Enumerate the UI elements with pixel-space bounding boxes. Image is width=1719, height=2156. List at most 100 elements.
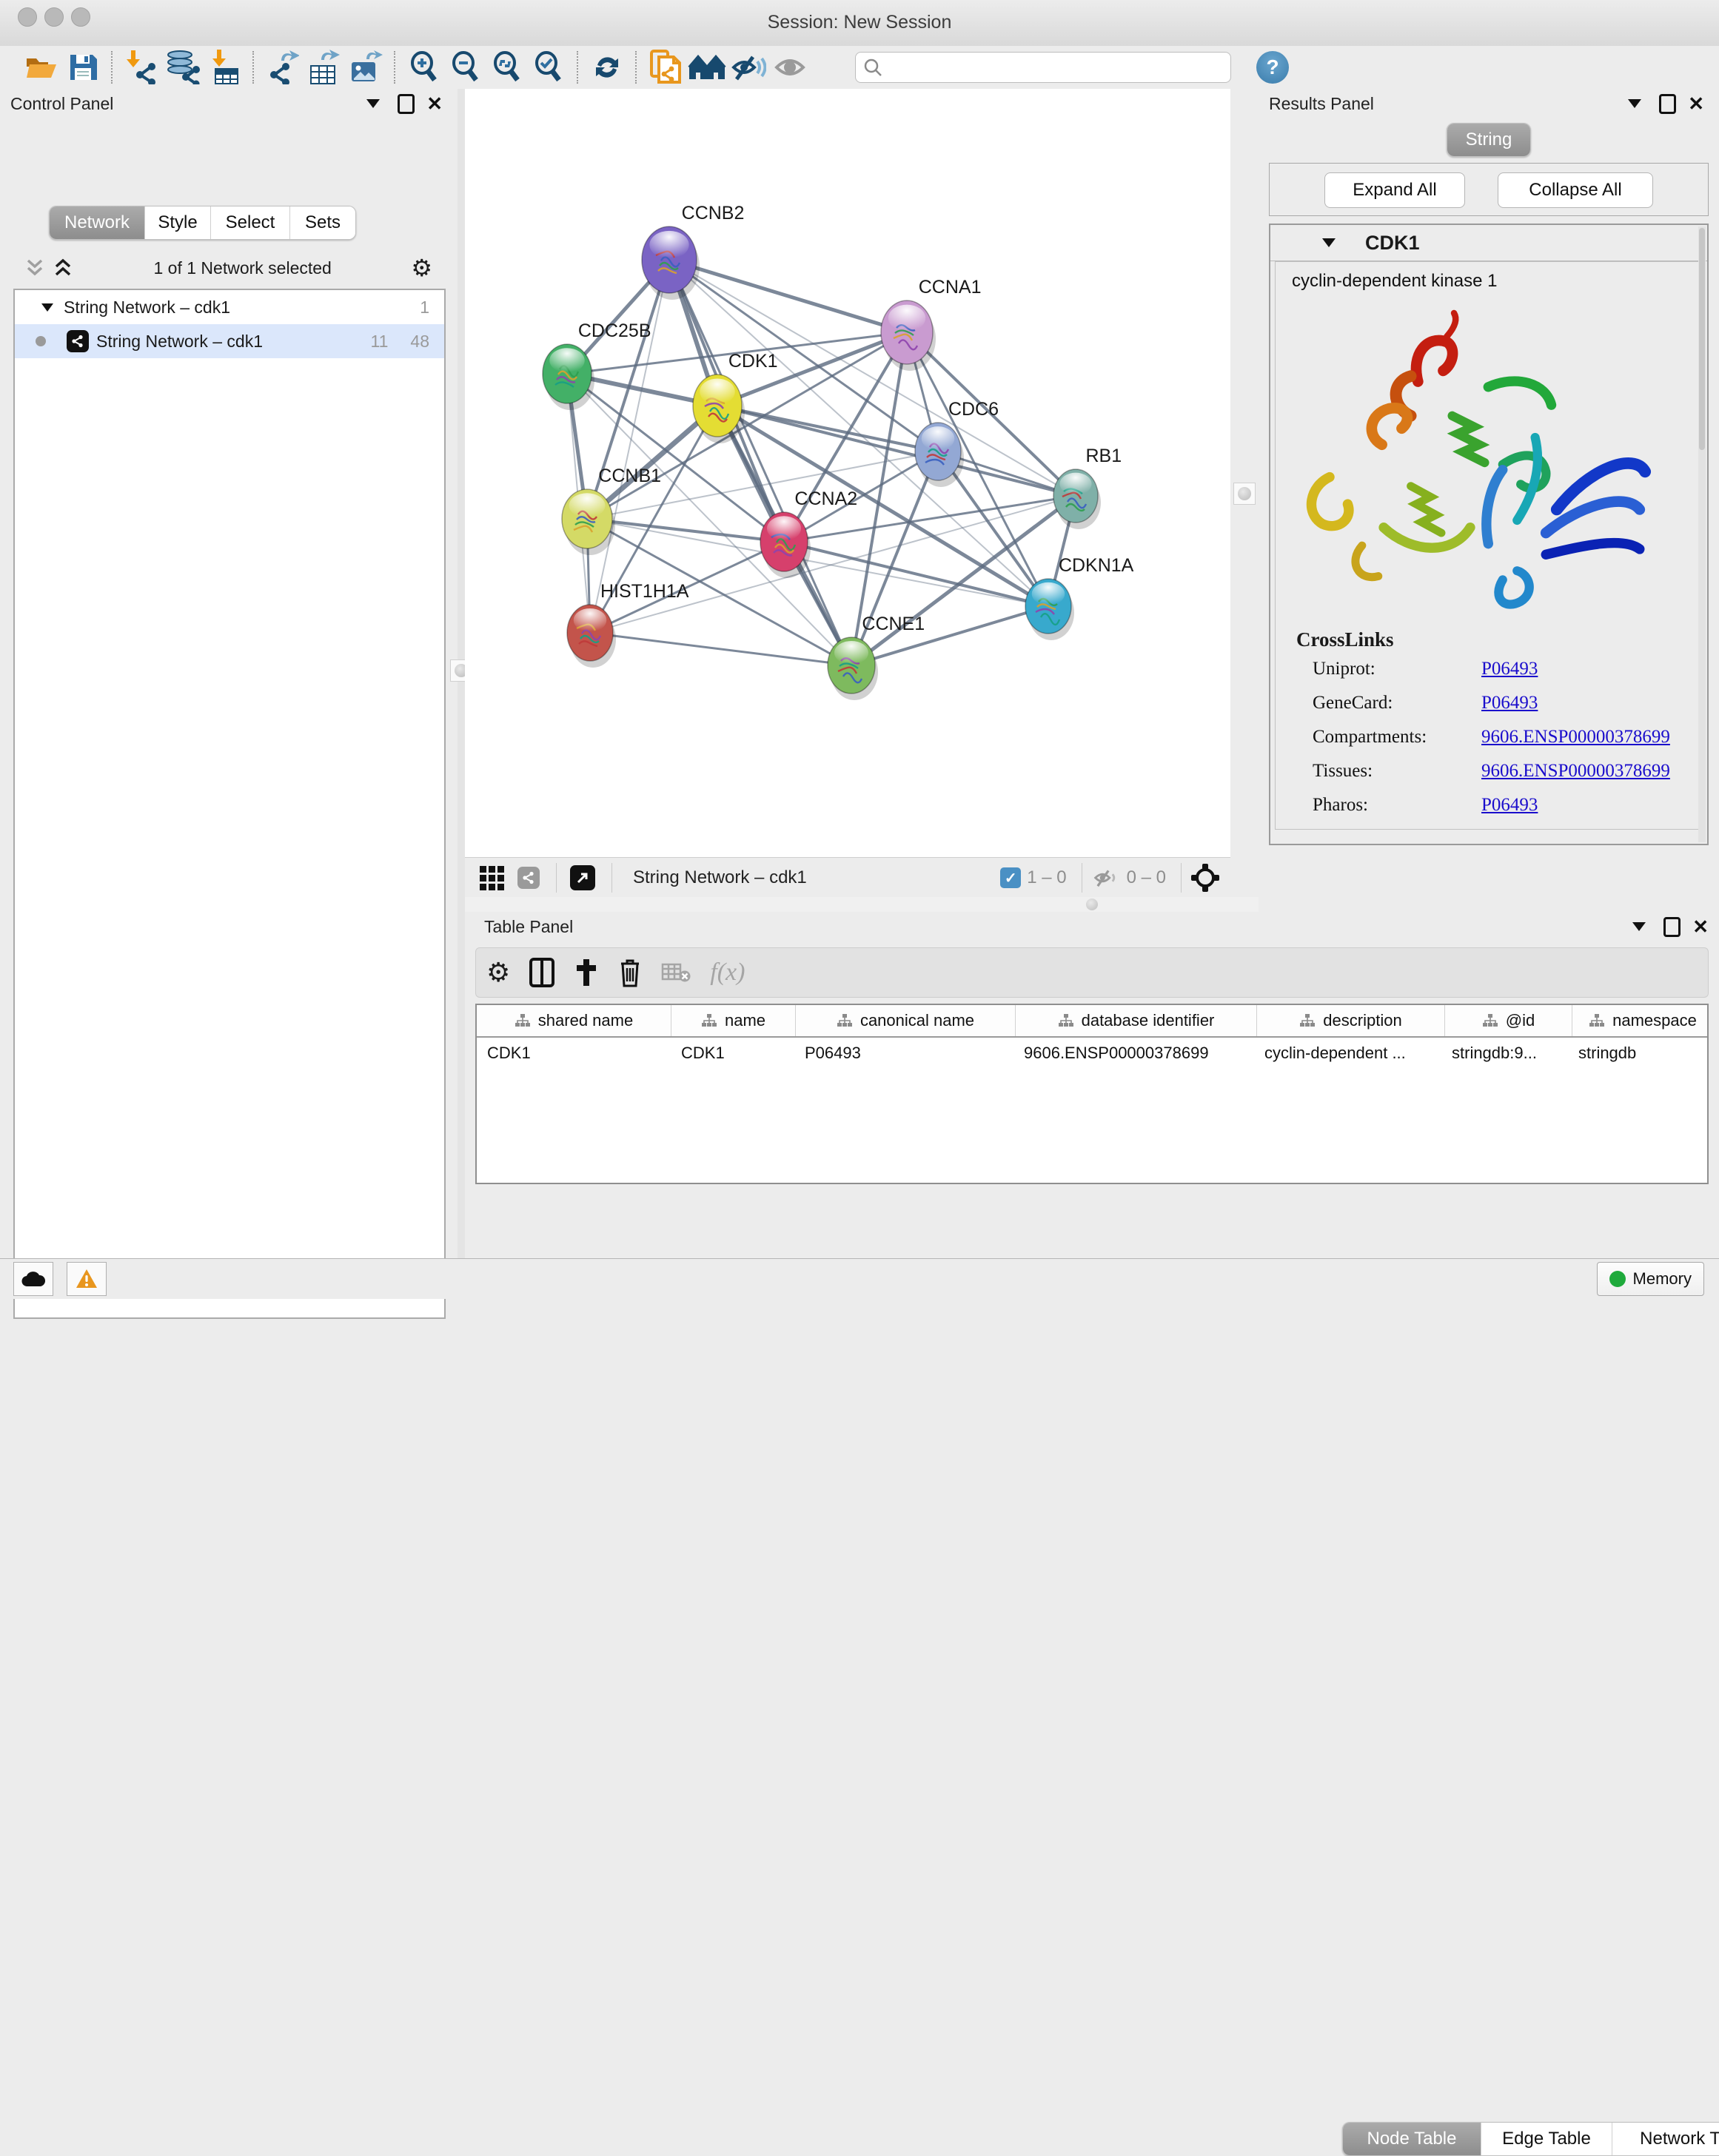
node-CCNA1[interactable]: CCNA1 xyxy=(881,277,982,371)
edge-CCNB2-CCNE1[interactable] xyxy=(669,260,851,665)
edge-CCNB1-CCNA2[interactable] xyxy=(587,519,784,542)
results-scrollbar[interactable] xyxy=(1698,226,1706,842)
entry-collapse-icon[interactable] xyxy=(1322,238,1336,247)
node-CDKN1A[interactable]: CDKN1A xyxy=(1025,555,1134,640)
copy-style-button[interactable] xyxy=(645,49,686,86)
column-header-namespace[interactable]: namespace xyxy=(1572,1005,1709,1036)
export-image-button[interactable] xyxy=(345,49,386,86)
export-network-button[interactable] xyxy=(262,49,304,86)
column-header-canonical-name[interactable]: canonical name xyxy=(796,1005,1016,1036)
zoom-out-button[interactable] xyxy=(445,49,486,86)
memory-button[interactable]: Memory xyxy=(1597,1262,1704,1296)
crosslink-link[interactable]: 9606.ENSP00000378699 xyxy=(1481,727,1670,748)
tab-style[interactable]: Style xyxy=(145,206,211,239)
network-canvas[interactable]: CCNB2CCNA1CDC25BCDK1CDC6RB1CCNB1CCNA2CDK… xyxy=(465,89,1230,857)
edge-CCNB2-RB1[interactable] xyxy=(669,260,1076,496)
zoom-fit-button[interactable] xyxy=(486,49,528,86)
open-session-button[interactable] xyxy=(21,49,62,86)
show-all-button[interactable] xyxy=(769,49,811,86)
tab-node-table[interactable]: Node Table xyxy=(1343,2123,1481,2155)
expand-all-button[interactable]: Expand All xyxy=(1324,172,1465,208)
import-database-button[interactable] xyxy=(162,49,204,86)
zoom-in-button[interactable] xyxy=(403,49,445,86)
crosslink-link[interactable]: 9606.ENSP00000378699 xyxy=(1481,761,1670,782)
expand-all-icon[interactable] xyxy=(52,258,74,278)
cell-database-identifier[interactable]: 9606.ENSP00000378699 xyxy=(1013,1038,1254,1069)
float-panel-icon[interactable] xyxy=(1663,917,1681,937)
column-header-database-identifier[interactable]: database identifier xyxy=(1016,1005,1257,1036)
node-table[interactable]: shared namenamecanonical namedatabase id… xyxy=(475,1004,1709,1184)
column-header-@id[interactable]: @id xyxy=(1445,1005,1572,1036)
tab-select[interactable]: Select xyxy=(211,206,290,239)
cell-namespace[interactable]: stringdb xyxy=(1568,1038,1709,1069)
node-HIST1H1A[interactable]: HIST1H1A xyxy=(567,581,689,668)
float-panel-icon[interactable] xyxy=(398,94,415,114)
collapse-all-button[interactable]: Collapse All xyxy=(1498,172,1653,208)
close-panel-icon[interactable]: ✕ xyxy=(1692,917,1709,936)
close-window-button[interactable] xyxy=(18,7,37,27)
first-neighbors-button[interactable] xyxy=(686,49,728,86)
show-columns-icon[interactable] xyxy=(529,958,554,987)
crosslink-link[interactable]: P06493 xyxy=(1481,693,1538,713)
delete-column-icon[interactable] xyxy=(618,958,642,987)
tab-network[interactable]: Network xyxy=(50,206,145,239)
hidden-eye-icon[interactable] xyxy=(1091,866,1121,890)
network-options-gear-icon[interactable]: ⚙ xyxy=(411,256,432,280)
tab-sets[interactable]: Sets xyxy=(290,206,355,239)
crosslink-link[interactable]: P06493 xyxy=(1481,659,1538,679)
import-table-button[interactable] xyxy=(204,49,245,86)
table-row[interactable]: CDK1CDK1P064939606.ENSP00000378699cyclin… xyxy=(477,1038,1707,1069)
node-RB1[interactable]: RB1 xyxy=(1053,446,1122,529)
table-options-gear-icon[interactable]: ⚙ xyxy=(486,959,510,986)
grid-view-icon[interactable] xyxy=(480,866,504,890)
splitter-handle[interactable] xyxy=(1233,483,1256,505)
toolbar-search-input[interactable] xyxy=(855,52,1231,83)
node-CCNB2[interactable]: CCNB2 xyxy=(642,203,744,300)
cell-canonical-name[interactable]: P06493 xyxy=(794,1038,1013,1069)
search-field[interactable] xyxy=(882,57,1230,78)
collection-expand-icon[interactable] xyxy=(41,303,53,312)
vertical-splitter[interactable] xyxy=(458,89,465,1258)
selected-nodes-checkbox-icon[interactable]: ✓ xyxy=(1000,867,1021,888)
detach-view-icon[interactable] xyxy=(570,865,595,890)
cell-shared-name[interactable]: CDK1 xyxy=(477,1038,671,1069)
network-collection-row[interactable]: String Network – cdk1 1 xyxy=(15,290,444,324)
network-row-selected[interactable]: String Network – cdk1 11 48 xyxy=(15,324,444,358)
hide-selected-button[interactable] xyxy=(728,49,769,86)
birdseye-crosshair-icon[interactable] xyxy=(1190,863,1220,893)
tab-network-table[interactable]: Network Table xyxy=(1612,2123,1719,2155)
cell-description[interactable]: cyclin-dependent ... xyxy=(1254,1038,1441,1069)
add-column-icon[interactable] xyxy=(574,958,599,987)
float-panel-icon[interactable] xyxy=(1659,94,1676,114)
panel-menu-icon[interactable] xyxy=(366,99,380,108)
edge-HIST1H1A-CCNE1[interactable] xyxy=(590,633,851,665)
tab-edge-table[interactable]: Edge Table xyxy=(1481,2123,1612,2155)
cell-name[interactable]: CDK1 xyxy=(671,1038,794,1069)
refresh-button[interactable] xyxy=(586,49,628,86)
maximize-window-button[interactable] xyxy=(71,7,90,27)
cell-@id[interactable]: stringdb:9... xyxy=(1441,1038,1568,1069)
help-button[interactable]: ? xyxy=(1256,51,1289,84)
cloud-status-button[interactable] xyxy=(13,1262,53,1296)
column-header-shared-name[interactable]: shared name xyxy=(477,1005,671,1036)
network-overview-icon[interactable] xyxy=(517,867,540,889)
warning-status-button[interactable] xyxy=(67,1262,107,1296)
close-panel-icon[interactable]: ✕ xyxy=(426,94,443,113)
edge-CCNB2-CCNA1[interactable] xyxy=(669,260,907,332)
splitter-handle[interactable] xyxy=(1086,899,1098,910)
edge-CDK1-RB1[interactable] xyxy=(717,406,1076,496)
import-network-button[interactable] xyxy=(121,49,162,86)
panel-menu-icon[interactable] xyxy=(1632,922,1646,931)
collapse-all-icon[interactable] xyxy=(24,258,46,278)
zoom-selected-button[interactable] xyxy=(528,49,569,86)
panel-menu-icon[interactable] xyxy=(1628,99,1641,108)
edge-CCNB2-HIST1H1A[interactable] xyxy=(590,260,669,633)
string-network-graph[interactable]: CCNB2CCNA1CDC25BCDK1CDC6RB1CCNB1CCNA2CDK… xyxy=(465,89,1230,857)
export-table-button[interactable] xyxy=(304,49,345,86)
save-session-button[interactable] xyxy=(62,49,104,86)
column-header-description[interactable]: description xyxy=(1257,1005,1445,1036)
crosslink-link[interactable]: P06493 xyxy=(1481,795,1538,816)
close-panel-icon[interactable]: ✕ xyxy=(1688,94,1704,113)
column-header-name[interactable]: name xyxy=(671,1005,796,1036)
minimize-window-button[interactable] xyxy=(44,7,64,27)
